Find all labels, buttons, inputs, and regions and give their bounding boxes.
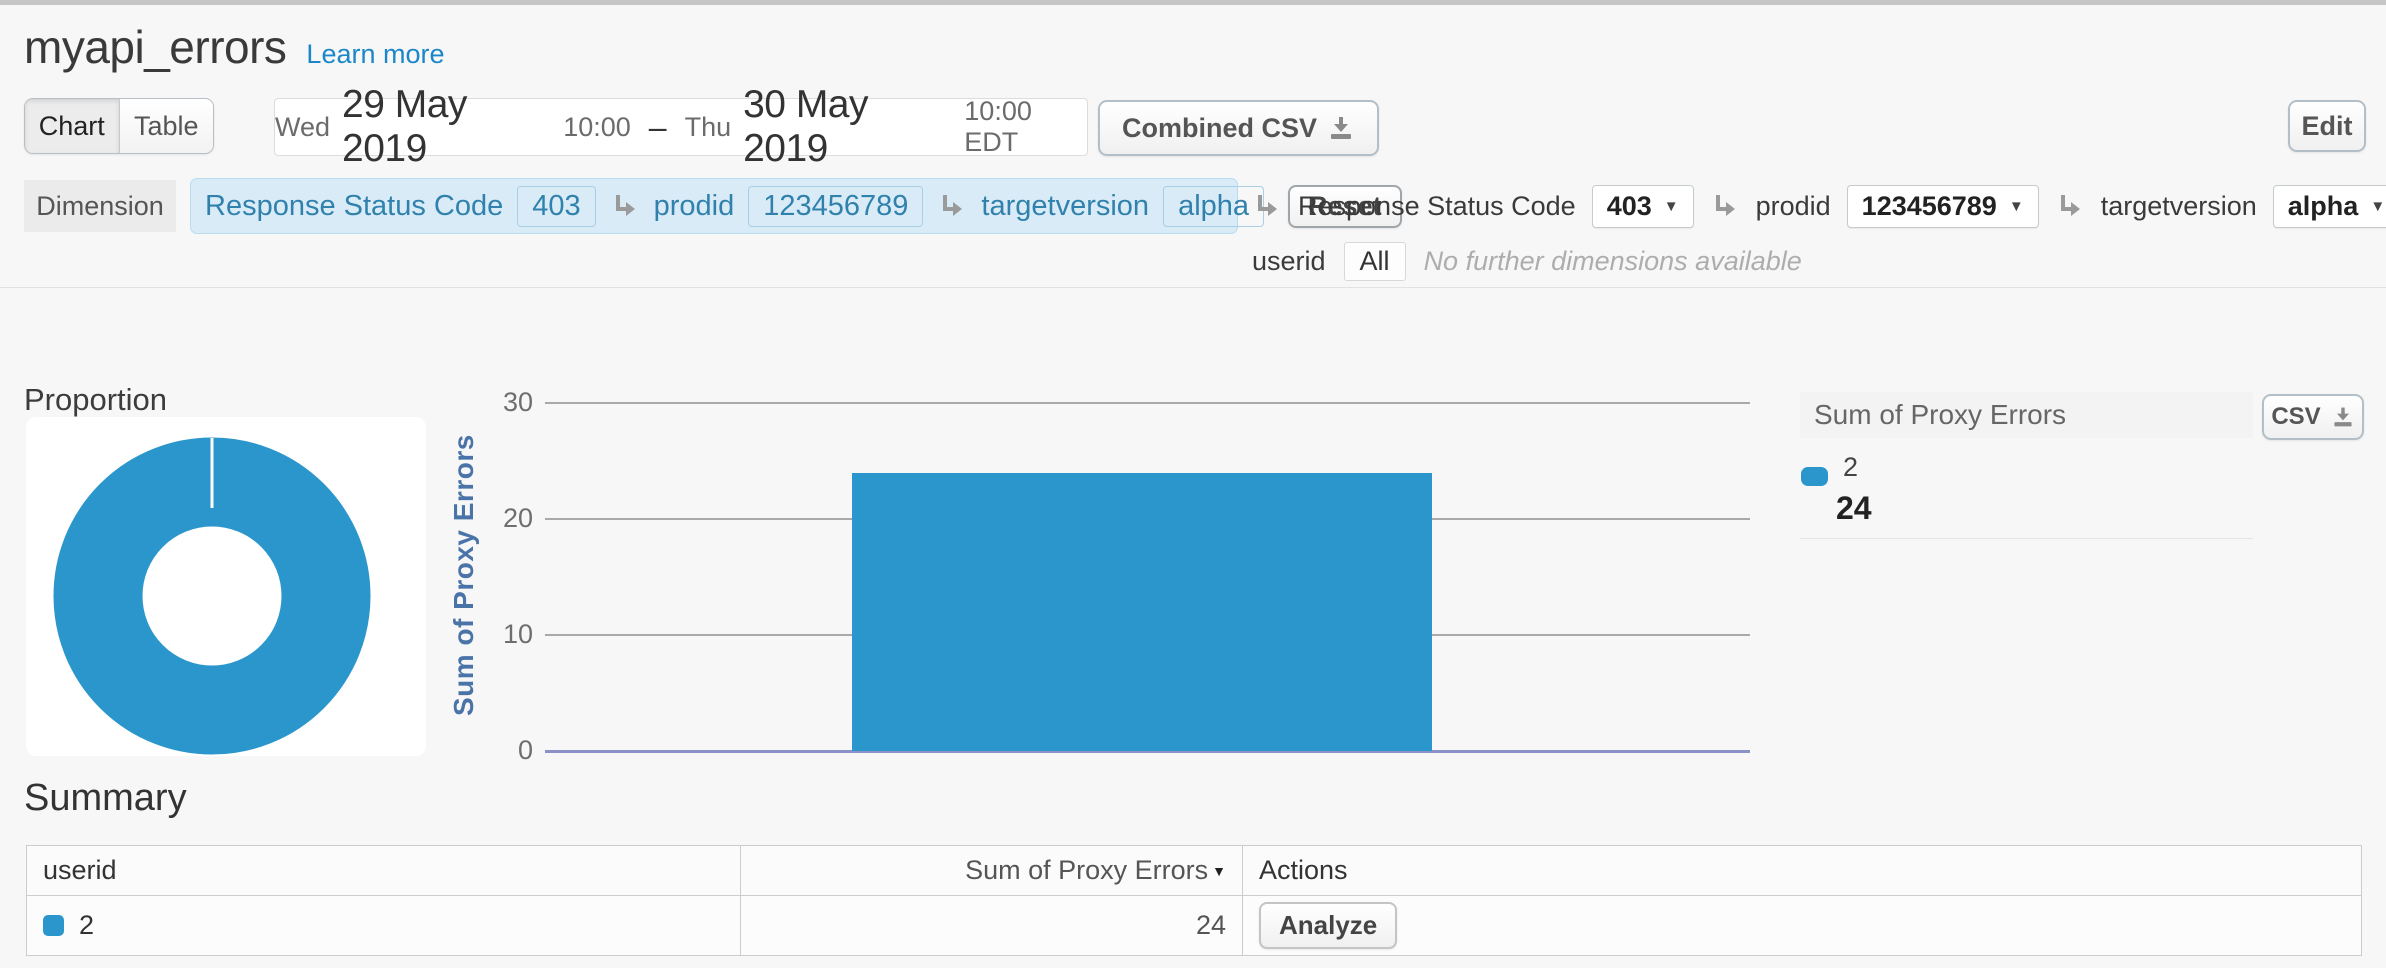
gridline [545, 402, 1750, 404]
drilldown-select-value: 123456789 [1862, 191, 1997, 222]
drilldown-select-value: 403 [1607, 191, 1652, 222]
drilldown-select-targetversion[interactable]: alpha ▼ [2273, 185, 2386, 228]
column-header-userid: userid [27, 846, 741, 895]
breadcrumb-dim-name: prodid [654, 190, 735, 223]
column-header-actions: Actions [1243, 846, 2361, 895]
page-title: myapi_errors [24, 20, 286, 74]
legend-item-label: 2 [1843, 452, 1858, 483]
drilldown-arrow-icon [2055, 191, 2085, 221]
dimension-breadcrumb: Response Status Code 403 prodid 12345678… [190, 178, 1238, 234]
summary-table-header: userid Sum of Proxy Errors ▼ Actions [27, 846, 2361, 896]
next-dimension-value-select[interactable]: All [1344, 242, 1406, 281]
breadcrumb-dim-value[interactable]: 403 [517, 186, 595, 227]
legend-divider [1800, 538, 2253, 539]
browser-chrome-strip [0, 0, 2386, 5]
legend-swatch [1801, 467, 1828, 486]
drilldown-dim-name: targetversion [2101, 191, 2257, 222]
start-time: 10:00 [563, 112, 631, 143]
drilldown-arrow-icon [937, 191, 967, 221]
end-time: 10:00 EDT [964, 96, 1087, 158]
edit-button[interactable]: Edit [2288, 100, 2366, 152]
download-icon [1327, 114, 1355, 142]
start-day: Wed [275, 112, 330, 143]
userid-cell: 2 [27, 896, 741, 955]
summary-title: Summary [24, 777, 187, 820]
page-header: myapi_errors Learn more [24, 20, 445, 74]
legend-header: Sum of Proxy Errors [1800, 392, 2253, 438]
combined-csv-button[interactable]: Combined CSV [1098, 100, 1379, 156]
end-day: Thu [685, 112, 732, 143]
legend-title: Sum of Proxy Errors [1814, 399, 2066, 431]
donut-chart[interactable] [52, 436, 372, 756]
drilldown-select-response-status-code[interactable]: 403 ▼ [1592, 185, 1694, 228]
table-row: 2 24 Analyze [27, 896, 2361, 955]
y-tick-label: 20 [483, 503, 533, 534]
sum-cell: 24 [741, 896, 1243, 955]
start-date: 29 May 2019 [342, 83, 551, 171]
y-axis-title: Sum of Proxy Errors [448, 405, 480, 745]
actions-cell: Analyze [1243, 896, 2361, 955]
bar-series-2[interactable] [852, 473, 1432, 751]
analyze-button[interactable]: Analyze [1259, 902, 1397, 949]
breadcrumb-dim-name: targetversion [981, 190, 1149, 223]
drilldown-arrow-icon [1710, 191, 1740, 221]
breadcrumb-dim-value[interactable]: 123456789 [748, 186, 923, 227]
chevron-down-icon: ▼ [1664, 198, 1679, 215]
combined-csv-label: Combined CSV [1122, 113, 1317, 144]
sort-desc-icon: ▼ [1212, 863, 1226, 879]
end-date: 30 May 2019 [743, 83, 952, 171]
chevron-down-icon: ▼ [2370, 198, 2385, 215]
drilldown-arrow-icon [610, 191, 640, 221]
breadcrumb-dim-name: Response Status Code [205, 190, 503, 223]
chevron-down-icon: ▼ [2009, 198, 2024, 215]
date-separator: – [643, 109, 673, 146]
donut-slice[interactable] [98, 482, 326, 710]
bar-chart-plot: 3020100 [545, 391, 1750, 753]
y-tick-label: 0 [483, 735, 533, 766]
proportion-title: Proportion [24, 382, 167, 418]
chart-tab-button[interactable]: Chart [25, 99, 119, 153]
legend-item-value: 24 [1836, 490, 1872, 527]
view-toggle: Chart Table [24, 98, 214, 154]
y-tick-label: 10 [483, 619, 533, 650]
series-color-swatch [43, 915, 64, 936]
drilldown-dim-name: prodid [1756, 191, 1831, 222]
date-range-picker[interactable]: Wed 29 May 2019 10:00 – Thu 30 May 2019 … [274, 98, 1088, 156]
csv-button[interactable]: CSV [2262, 394, 2364, 440]
drilldown-arrow-icon [1252, 191, 1282, 221]
download-icon [2331, 405, 2355, 429]
userid-value: 2 [79, 910, 94, 941]
column-header-sum-of-proxy-errors[interactable]: Sum of Proxy Errors ▼ [741, 846, 1243, 895]
table-tab-button[interactable]: Table [119, 99, 214, 153]
edit-label: Edit [2302, 111, 2353, 142]
csv-label: CSV [2271, 403, 2320, 431]
dimension-label: Dimension [24, 180, 176, 232]
drilldown-select-prodid[interactable]: 123456789 ▼ [1847, 185, 2039, 228]
proportion-donut-card [26, 417, 426, 756]
section-divider [0, 287, 2386, 288]
next-dimension-row: userid All No further dimensions availab… [1252, 238, 1802, 284]
breadcrumb-dim-value[interactable]: alpha [1163, 186, 1264, 227]
drilldown-select-value: alpha [2288, 191, 2359, 222]
next-dimension-name: userid [1252, 246, 1326, 277]
y-tick-label: 30 [483, 387, 533, 418]
learn-more-link[interactable]: Learn more [306, 39, 444, 70]
no-more-dimensions-message: No further dimensions available [1424, 246, 1802, 277]
summary-table: userid Sum of Proxy Errors ▼ Actions 2 2… [26, 845, 2362, 956]
drilldown-dim-name: Response Status Code [1298, 191, 1576, 222]
column-header-label: Sum of Proxy Errors [965, 855, 1208, 886]
drilldown-controls: Response Status Code 403 ▼ prodid 123456… [1252, 178, 2386, 234]
